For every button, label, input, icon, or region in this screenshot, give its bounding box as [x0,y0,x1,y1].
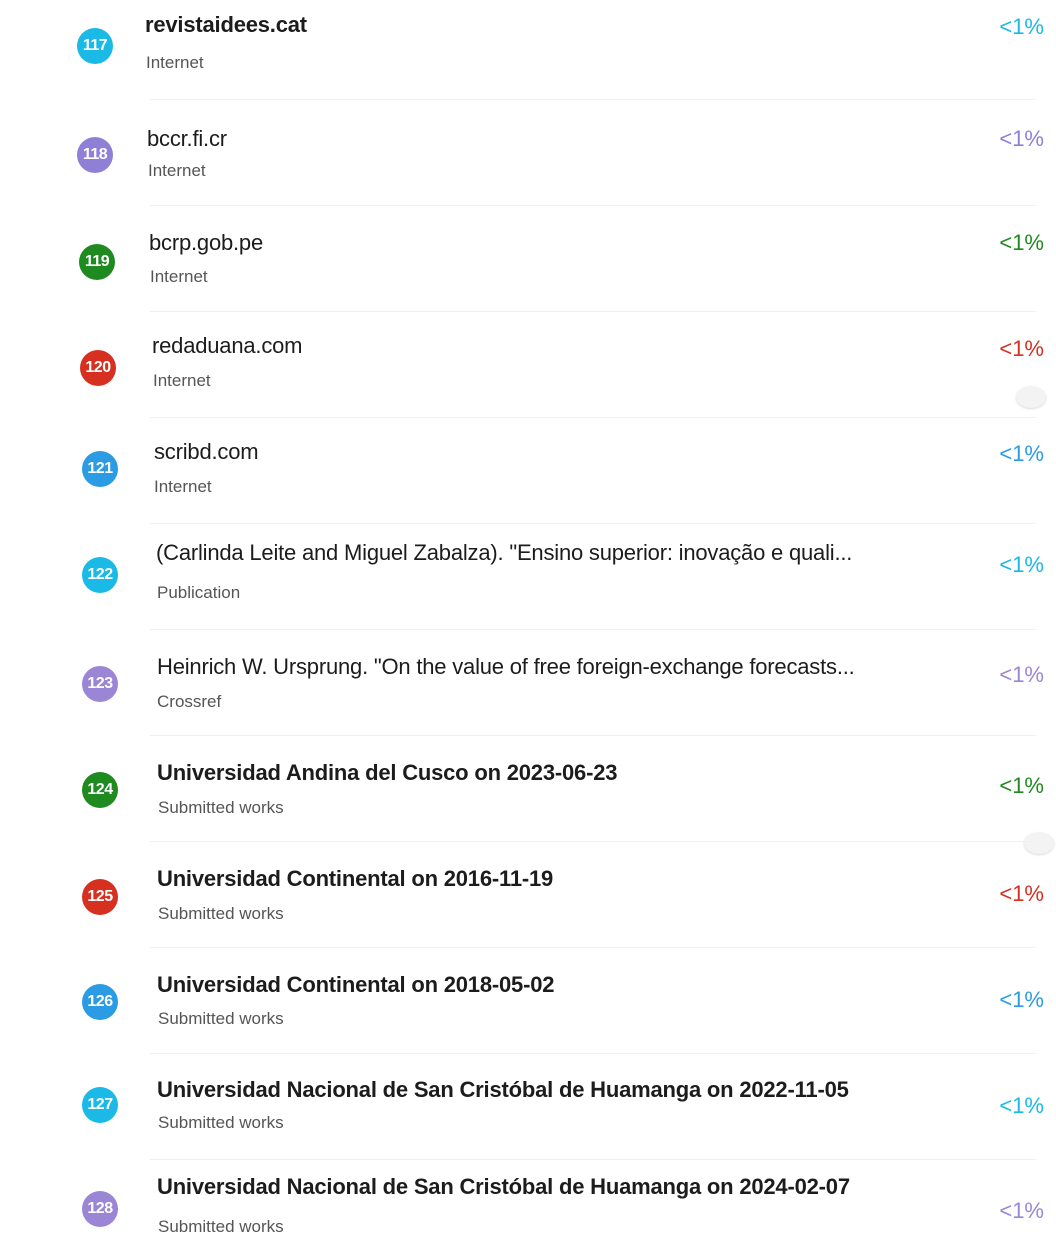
match-title[interactable]: Universidad Andina del Cusco on 2023-06-… [157,760,617,786]
match-percent: <1% [999,773,1044,798]
match-title[interactable]: Heinrich W. Ursprung. "On the value of f… [157,654,855,680]
match-percent: <1% [999,441,1044,466]
match-number-badge: 121 [82,451,118,487]
match-title[interactable]: (Carlinda Leite and Miguel Zabalza). "En… [156,540,852,566]
match-percent: <1% [999,14,1044,39]
match-percent: <1% [999,336,1044,361]
match-number-badge: 118 [77,137,113,173]
list-item[interactable]: 128 Universidad Nacional de San Cristóba… [0,1160,1056,1241]
match-number-badge: 127 [82,1087,118,1123]
match-percent: <1% [999,126,1044,151]
match-title[interactable]: Universidad Nacional de San Cristóbal de… [157,1077,849,1103]
match-source-type: Submitted works [158,904,284,923]
list-item[interactable]: 124 Universidad Andina del Cusco on 2023… [0,742,1056,848]
match-title[interactable]: revistaidees.cat [145,12,307,38]
match-number-badge: 125 [82,879,118,915]
match-title[interactable]: bcrp.gob.pe [149,230,263,256]
match-source-type: Internet [148,161,206,180]
match-percent: <1% [999,987,1044,1012]
match-source-type: Crossref [157,692,222,711]
match-source-type: Internet [153,371,211,390]
match-number-badge: 124 [82,772,118,808]
match-source-type: Submitted works [158,1009,284,1028]
match-source-type: Publication [157,583,241,602]
match-number-badge: 122 [82,557,118,593]
match-title[interactable]: redaduana.com [152,333,302,359]
match-percent: <1% [999,1093,1044,1118]
match-title[interactable]: bccr.fi.cr [147,126,227,152]
list-item[interactable]: 122 (Carlinda Leite and Miguel Zabalza).… [0,530,1056,636]
list-item[interactable]: 117 revistaidees.cat Internet <1% [0,0,1056,106]
match-source-type: Internet [154,477,212,496]
match-percent: <1% [999,552,1044,577]
match-number-badge: 120 [80,350,116,386]
match-title[interactable]: Universidad Nacional de San Cristóbal de… [157,1174,850,1200]
match-source-type: Submitted works [158,798,284,817]
match-title[interactable]: Universidad Continental on 2018-05-02 [157,972,554,998]
list-item[interactable]: 119 bcrp.gob.pe Internet <1% [0,212,1056,318]
match-percent: <1% [999,1198,1044,1223]
match-number-badge: 123 [82,666,118,702]
match-number-badge: 126 [82,984,118,1020]
match-source-type: Internet [150,267,208,286]
list-item[interactable]: 125 Universidad Continental on 2016-11-1… [0,848,1056,954]
match-percent: <1% [999,881,1044,906]
match-number-badge: 128 [82,1191,118,1227]
match-source-type: Submitted works [158,1113,284,1132]
match-number-badge: 117 [77,28,113,64]
match-percent: <1% [999,662,1044,687]
list-item[interactable]: 121 scribd.com Internet <1% [0,424,1056,530]
list-item[interactable]: 127 Universidad Nacional de San Cristóba… [0,1060,1056,1166]
list-item[interactable]: 118 bccr.fi.cr Internet <1% [0,106,1056,212]
match-title[interactable]: scribd.com [154,439,258,465]
list-item[interactable]: 126 Universidad Continental on 2018-05-0… [0,954,1056,1060]
similarity-report-list: 117 revistaidees.cat Internet <1% 118 bc… [0,0,1056,1241]
match-percent: <1% [999,230,1044,255]
match-source-type: Submitted works [158,1217,284,1236]
list-item[interactable]: 123 Heinrich W. Ursprung. "On the value … [0,636,1056,742]
match-source-type: Internet [146,53,204,72]
list-item[interactable]: 120 redaduana.com Internet <1% [0,318,1056,424]
match-title[interactable]: Universidad Continental on 2016-11-19 [157,866,553,892]
match-number-badge: 119 [79,244,115,280]
